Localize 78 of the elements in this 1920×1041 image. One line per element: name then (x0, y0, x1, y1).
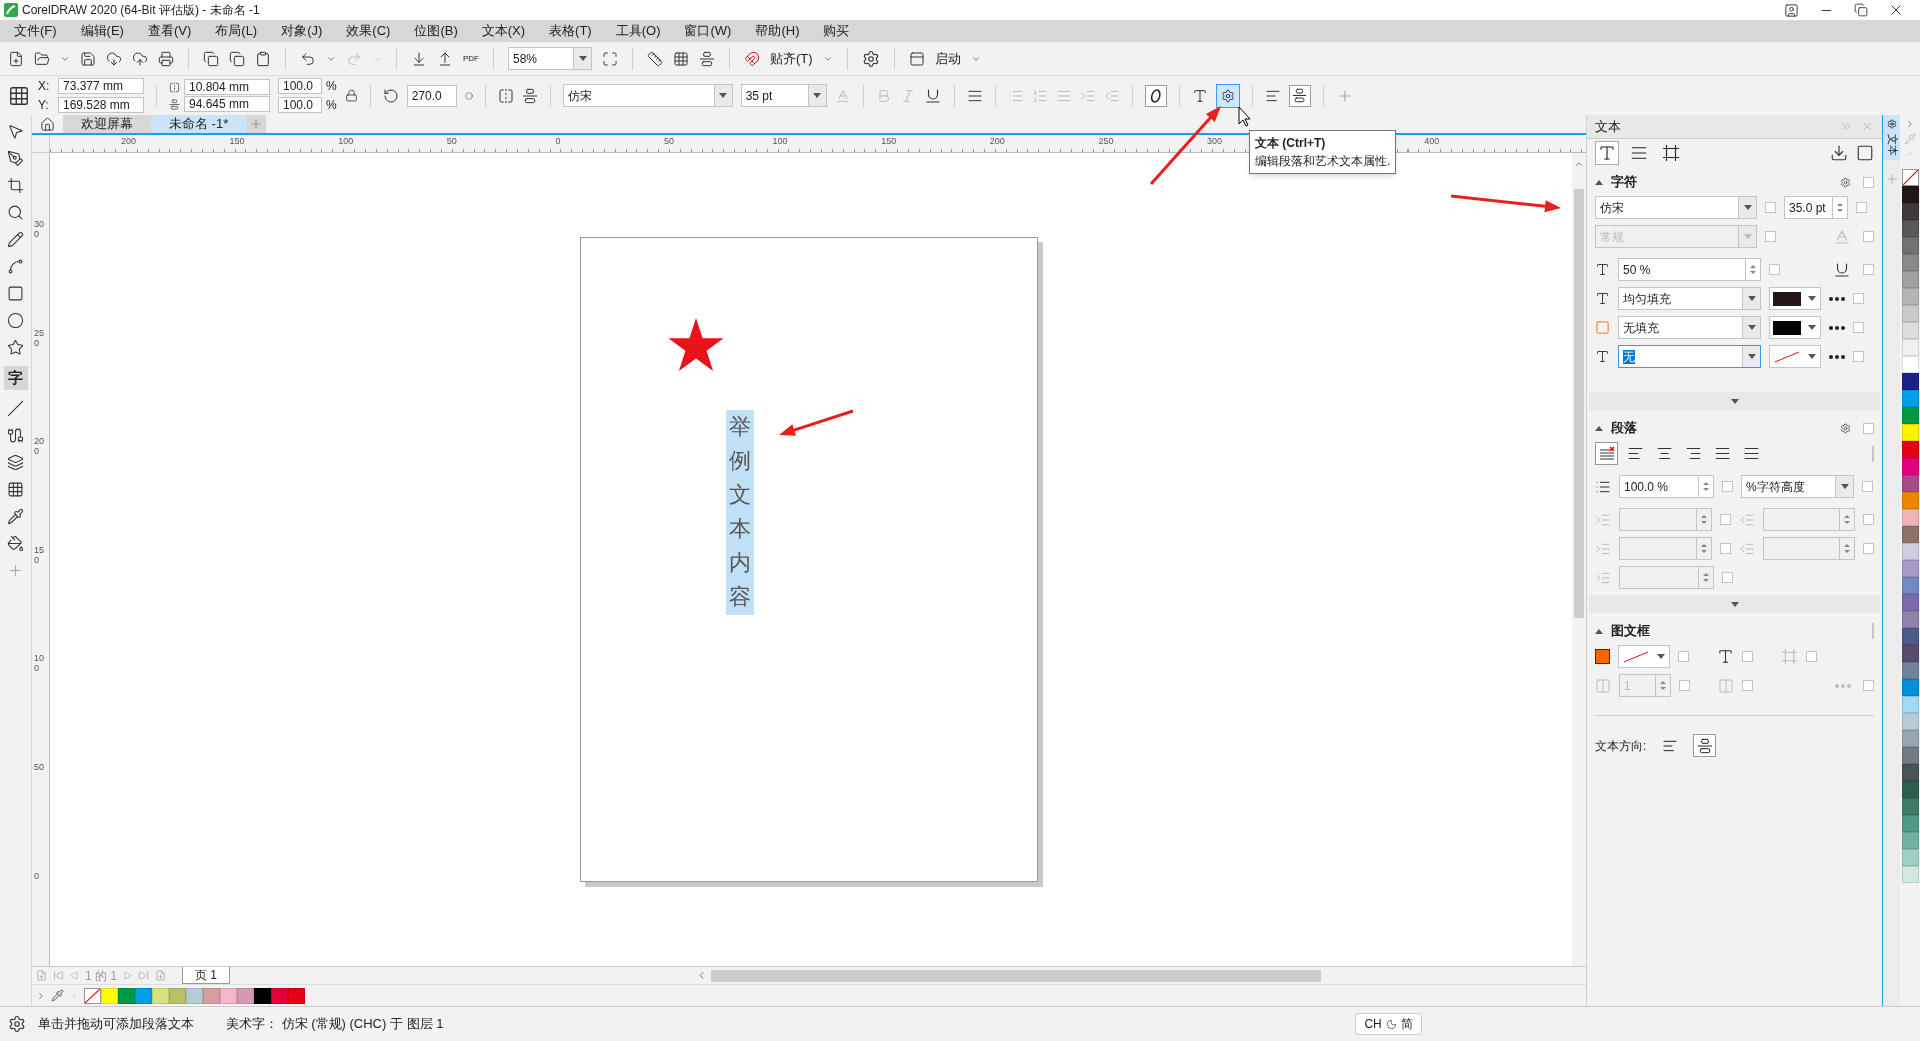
docker-side-tab[interactable]: 文本 (1883, 115, 1900, 160)
zoom-dropdown[interactable]: 58% (508, 47, 592, 70)
ruler-label: 100 (338, 135, 354, 148)
menu-item[interactable]: 文件(F) (2, 21, 69, 41)
spacing-unit-dropdown[interactable]: %字符高度 (1741, 475, 1854, 498)
docker-tab-label: 文本 (1886, 133, 1897, 156)
fill-type-dropdown[interactable]: 均匀填充 (1618, 287, 1761, 310)
scale-field[interactable]: 100.0 (278, 78, 322, 94)
outline-width-dropdown[interactable]: 无 (1618, 345, 1761, 368)
direction-label: 文本方向: (1595, 737, 1647, 755)
ruler-label: 300 (1207, 135, 1223, 148)
scale-field[interactable]: 100.0 (278, 97, 322, 113)
coordinate-field[interactable]: 169.528 mm (58, 97, 144, 113)
ruler-label: 50 (34, 762, 44, 772)
ruler-label: 100 (772, 135, 788, 148)
ruler-label: 250 (1098, 135, 1114, 148)
menu-item[interactable]: 窗口(W) (672, 21, 744, 41)
input-mode-label: 简 (1400, 1016, 1413, 1033)
coordinate-label: X: (38, 78, 50, 95)
ruler-label: 150 (229, 135, 245, 148)
font-size-dropdown[interactable]: 35 pt (740, 84, 827, 107)
ruler-label: 100 (34, 653, 44, 674)
window-title: CorelDRAW 2020 (64-Bit 评估版) - 未命名 -1 (22, 2, 260, 19)
background-fill-dropdown[interactable]: 无填充 (1618, 316, 1761, 339)
menu-item[interactable]: 编辑(E) (68, 21, 136, 41)
page-tab[interactable]: 页 1 (182, 967, 231, 984)
menu-item[interactable]: 位图(B) (402, 21, 470, 41)
status-object-info: 美术字： 仿宋 (常规) (CHC) 于 图层 1 (226, 1015, 444, 1034)
section-title: 段落 (1611, 419, 1637, 438)
line-spacing-field[interactable]: 100.0 % (1619, 475, 1714, 498)
ruler-label: 200 (121, 135, 137, 148)
coordinate-label: Y: (38, 97, 50, 114)
ruler-label: 50 (664, 135, 674, 148)
font-dropdown[interactable]: 仿宋 (1595, 196, 1757, 219)
ruler-label: 50 (446, 135, 457, 148)
section-title: 字符 (1611, 173, 1637, 192)
ruler-label: 0 (34, 870, 40, 881)
input-method-indicator[interactable]: CH 简 (1355, 1013, 1422, 1035)
vertical-text: 举例文本内容 (726, 410, 754, 615)
coordinate-field[interactable]: 73.377 mm (58, 78, 144, 94)
docker-title: 文本 (1595, 117, 1621, 136)
kerning-field[interactable]: 50 % (1618, 258, 1761, 281)
ruler-label: 0 (555, 135, 561, 148)
language-label: CH (1364, 1016, 1382, 1033)
ruler-label: 200 (34, 436, 44, 457)
font-size-field[interactable]: 35.0 pt (1784, 196, 1848, 219)
text-tool-button[interactable]: 字 (3, 366, 28, 390)
ruler-label: 400 (1424, 135, 1440, 148)
menu-item[interactable]: 帮助(H) (743, 21, 812, 41)
ruler-label: 300 (34, 219, 44, 239)
menu-item[interactable]: 购买 (811, 21, 862, 41)
percent-label: % (326, 97, 337, 114)
size-field[interactable]: 94.645 mm (184, 96, 270, 112)
percent-label: % (326, 78, 337, 95)
menu-item[interactable]: 对象(J) (269, 21, 335, 41)
ruler-label: 200 (989, 135, 1005, 148)
size-field[interactable]: 10.804 mm (184, 79, 270, 95)
launch-dropdown[interactable]: 启动 (934, 48, 961, 69)
menu-item[interactable]: 工具(O) (603, 21, 673, 41)
tooltip-title: 文本 (Ctrl+T) (1255, 135, 1327, 152)
font-dropdown[interactable]: 仿宋 (562, 84, 733, 107)
section-title: 图文框 (1611, 622, 1650, 641)
menu-item[interactable]: 布局(L) (203, 21, 270, 41)
document-tab[interactable]: 未命名 -1* (151, 115, 247, 133)
snap-dropdown[interactable]: 贴齐(T) (770, 48, 813, 69)
pdf-export-button[interactable]: PDF (463, 52, 479, 65)
document-tab[interactable]: 欢迎屏幕 (63, 115, 151, 133)
ruler-label: 150 (34, 544, 44, 565)
ruler-label: 250 (34, 327, 44, 348)
menu-item[interactable]: 查看(V) (135, 21, 204, 41)
tooltip-text: 编辑段落和艺术文本属性. (1255, 153, 1391, 170)
status-hint: 单击并拖动可添加段落文本 (38, 1015, 194, 1034)
menu-item[interactable]: 表格(T) (537, 21, 604, 41)
menu-item[interactable]: 效果(C) (334, 21, 403, 41)
rotation-field[interactable]: 270.0 (406, 84, 457, 107)
menu-item[interactable]: 文本(X) (469, 21, 538, 41)
ruler-label: 150 (881, 135, 897, 148)
page-position: 1 的 1 (85, 967, 117, 985)
